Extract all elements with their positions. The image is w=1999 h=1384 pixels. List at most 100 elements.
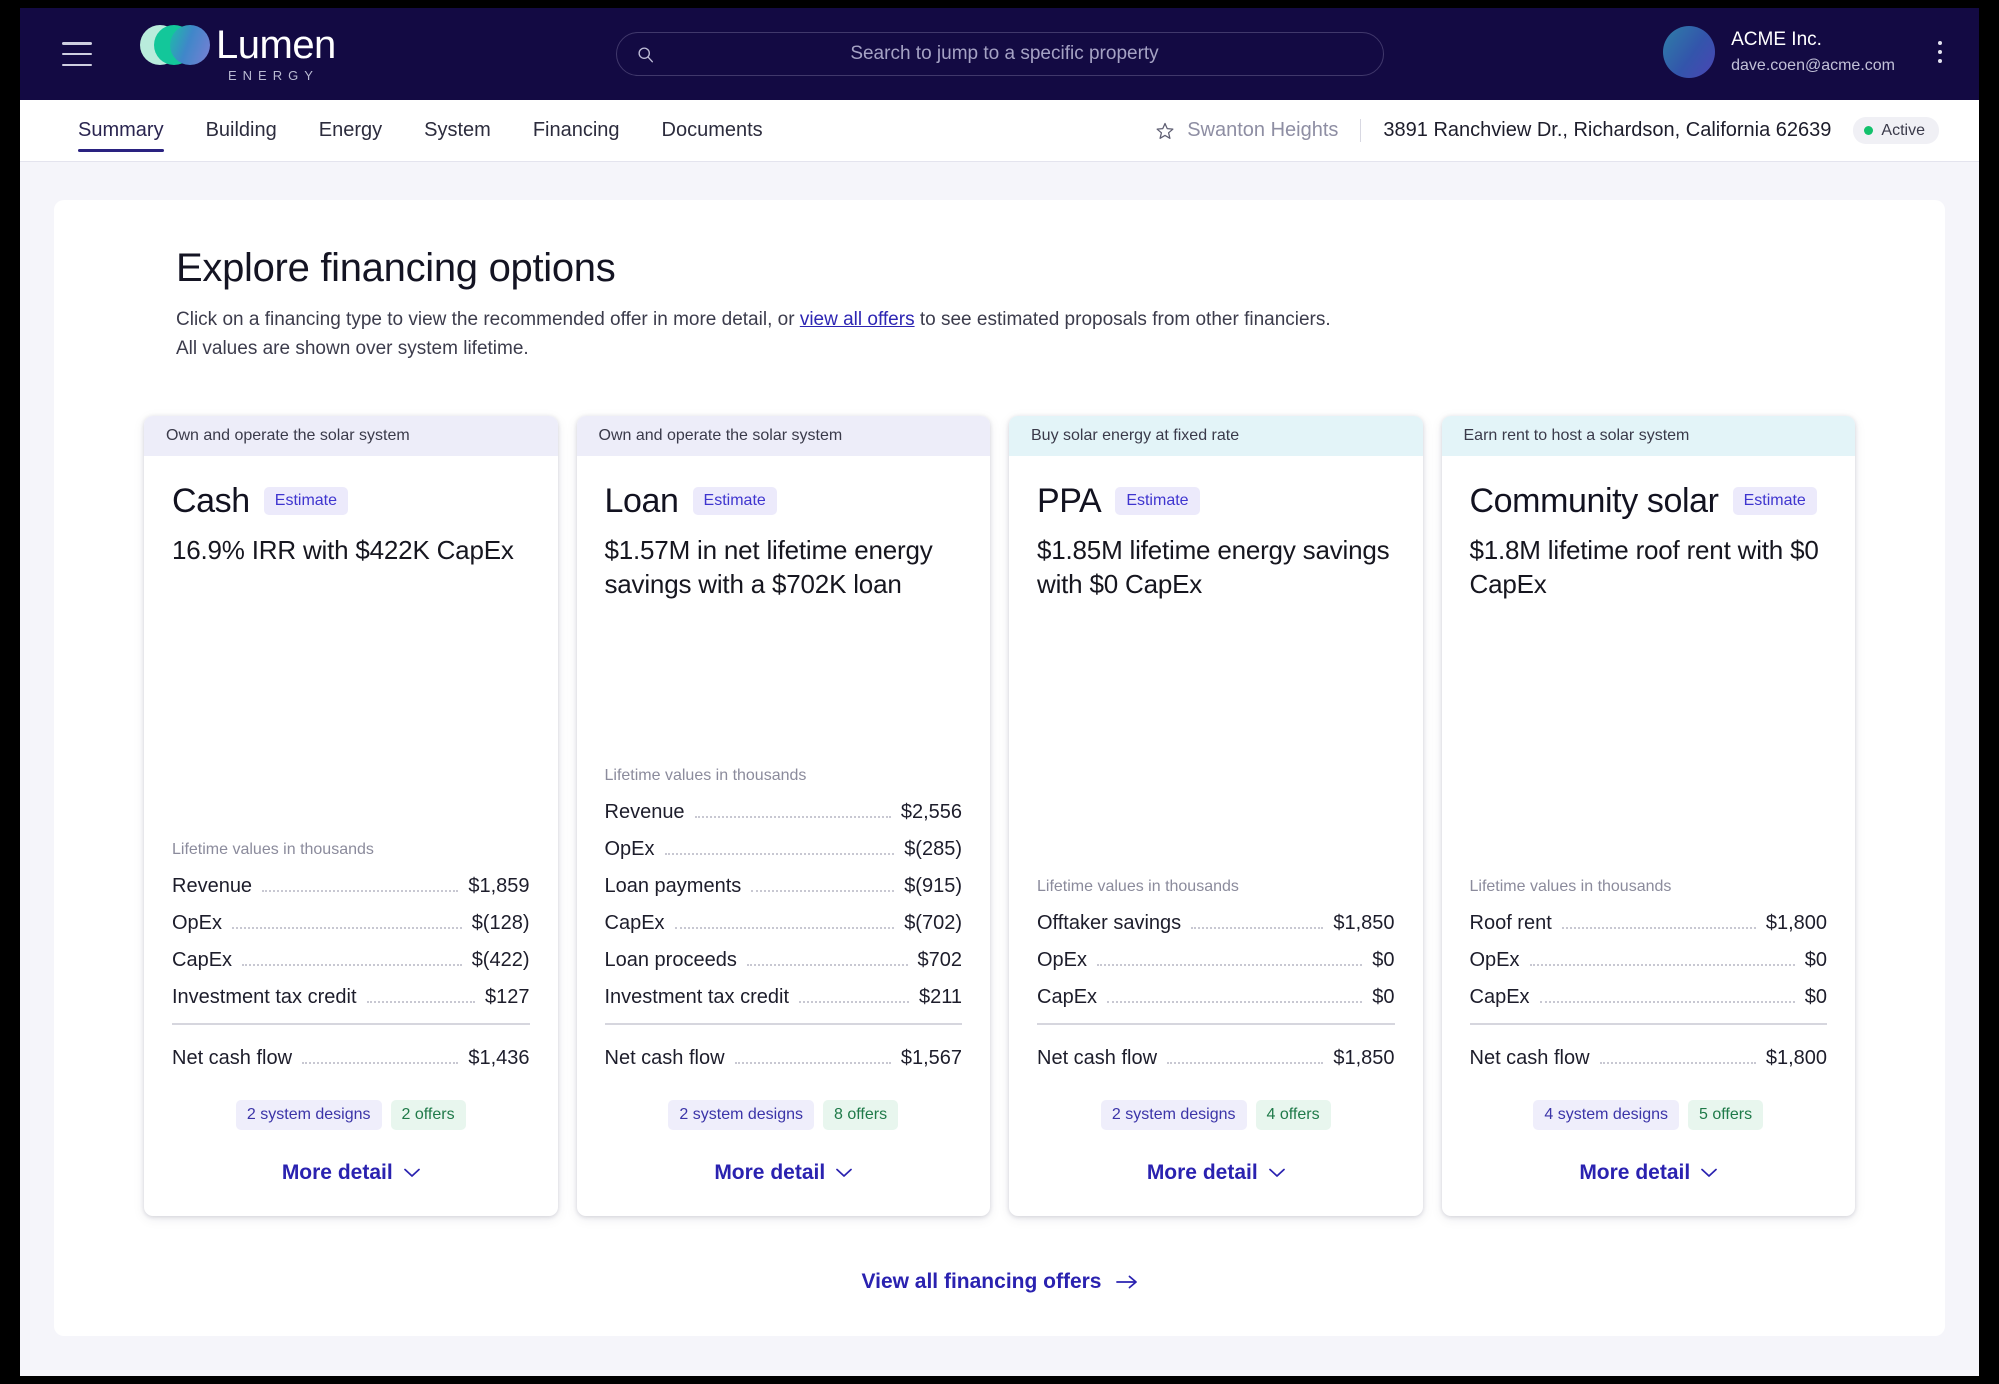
chip-offers[interactable]: 5 offers (1688, 1100, 1763, 1130)
tab-energy[interactable]: Energy (319, 100, 382, 161)
star-icon[interactable] (1155, 121, 1175, 141)
leader-dots (1097, 964, 1362, 966)
subtitle-line-2: All values are shown over system lifetim… (176, 338, 529, 359)
kebab-menu-icon[interactable] (1929, 32, 1951, 72)
view-all-offers-link[interactable]: view all offers (800, 309, 915, 330)
hamburger-menu-icon[interactable] (62, 42, 92, 66)
financing-card-community-solar[interactable]: Earn rent to host a solar system Communi… (1442, 416, 1856, 1216)
figure-value: $(702) (904, 912, 962, 935)
chip-offers[interactable]: 8 offers (823, 1100, 898, 1130)
search-input[interactable]: Search to jump to a specific property (616, 32, 1384, 76)
total-label: Net cash flow (172, 1047, 292, 1070)
estimate-badge: Estimate (264, 487, 348, 515)
tab-financing-label: Financing (533, 119, 620, 142)
logo-tagline: ENERGY (228, 68, 319, 83)
figure-label: Revenue (605, 801, 685, 824)
figures-divider (1470, 1023, 1828, 1025)
more-detail-button[interactable]: More detail (577, 1130, 991, 1216)
card-chips: 2 system designs 2 offers (172, 1100, 530, 1130)
chevron-down-icon (1269, 1168, 1285, 1178)
tab-financing[interactable]: Financing (533, 100, 620, 161)
figures-caption: Lifetime values in thousands (605, 767, 963, 785)
card-chips: 2 system designs 8 offers (605, 1100, 963, 1130)
chip-offers[interactable]: 2 offers (391, 1100, 466, 1130)
tab-energy-label: Energy (319, 119, 382, 142)
tab-building-label: Building (206, 119, 277, 142)
status-badge: Active (1853, 117, 1939, 144)
figure-label: CapEx (605, 912, 665, 935)
chip-offers[interactable]: 4 offers (1256, 1100, 1331, 1130)
user-account-area[interactable]: ACME Inc. dave.coen@acme.com (1663, 26, 1951, 78)
tab-system[interactable]: System (424, 100, 491, 161)
financing-card-loan[interactable]: Own and operate the solar system Loan Es… (577, 416, 991, 1216)
chip-system-designs[interactable]: 2 system designs (1101, 1100, 1247, 1130)
figures-caption: Lifetime values in thousands (1037, 878, 1395, 896)
figure-row-total: Net cash flow $1,567 (605, 1047, 963, 1070)
tab-documents-label: Documents (662, 119, 763, 142)
chevron-down-icon (404, 1168, 420, 1178)
card-headline: $1.85M lifetime energy savings with $0 C… (1037, 533, 1395, 602)
more-detail-button[interactable]: More detail (1442, 1130, 1856, 1216)
figure-value: $211 (919, 986, 962, 1009)
figure-value: $1,859 (468, 875, 529, 898)
lumen-logo[interactable]: Lumen ENERGY (140, 25, 336, 83)
figure-value: $(285) (904, 838, 962, 861)
search-placeholder-text: Search to jump to a specific property (654, 43, 1355, 65)
figures-caption: Lifetime values in thousands (1470, 878, 1828, 896)
property-name: Swanton Heights (1187, 119, 1361, 142)
total-label: Net cash flow (605, 1047, 725, 1070)
figure-row: Investment tax credit $127 (172, 986, 530, 1009)
figure-label: CapEx (1037, 986, 1097, 1009)
card-chips: 2 system designs 4 offers (1037, 1100, 1395, 1130)
estimate-badge: Estimate (693, 487, 777, 515)
chip-system-designs[interactable]: 2 system designs (668, 1100, 814, 1130)
more-detail-label: More detail (1579, 1161, 1690, 1185)
financing-panel: Explore financing options Click on a fin… (54, 200, 1945, 1336)
subtitle-text-before: Click on a financing type to view the re… (176, 309, 800, 330)
chip-system-designs[interactable]: 2 system designs (236, 1100, 382, 1130)
figure-label: Loan payments (605, 875, 742, 898)
total-value: $1,436 (468, 1047, 529, 1070)
page-subtitle: Click on a financing type to view the re… (176, 305, 1913, 364)
figure-label: Roof rent (1470, 912, 1552, 935)
figure-label: CapEx (172, 949, 232, 972)
leader-dots (675, 927, 895, 929)
figure-label: Offtaker savings (1037, 912, 1181, 935)
figure-label: Investment tax credit (172, 986, 357, 1009)
tab-building[interactable]: Building (206, 100, 277, 161)
property-address: 3891 Ranchview Dr., Richardson, Californ… (1361, 119, 1831, 142)
user-email: dave.coen@acme.com (1731, 55, 1895, 77)
leader-dots (747, 964, 908, 966)
figures-caption: Lifetime values in thousands (172, 841, 530, 859)
more-detail-button[interactable]: More detail (1009, 1130, 1423, 1216)
leader-dots (751, 890, 894, 892)
chevron-down-icon (836, 1168, 852, 1178)
leader-dots (695, 816, 891, 818)
figure-row: CapEx $0 (1470, 986, 1828, 1009)
figure-row: OpEx $(128) (172, 912, 530, 935)
leader-dots (1191, 927, 1323, 929)
tab-system-label: System (424, 119, 491, 142)
figure-value: $(915) (904, 875, 962, 898)
avatar[interactable] (1663, 26, 1715, 78)
figure-value: $702 (918, 949, 963, 972)
card-figures: Lifetime values in thousands Roof rent $… (1470, 878, 1828, 1070)
leader-dots (799, 1001, 909, 1003)
leader-dots (735, 1062, 891, 1064)
figure-value: $127 (485, 986, 530, 1009)
logo-wordmark: Lumen (216, 25, 336, 65)
more-detail-button[interactable]: More detail (144, 1130, 558, 1216)
financing-card-cash[interactable]: Own and operate the solar system Cash Es… (144, 416, 558, 1216)
figure-row: OpEx $0 (1470, 949, 1828, 972)
view-all-financing-offers-button[interactable]: View all financing offers (54, 1270, 1945, 1294)
status-label: Active (1881, 122, 1925, 140)
subtitle-text-after: to see estimated proposals from other fi… (915, 309, 1331, 330)
tab-summary[interactable]: Summary (78, 100, 164, 161)
search-icon (637, 46, 654, 63)
chip-system-designs[interactable]: 4 system designs (1533, 1100, 1679, 1130)
figure-value: $0 (1805, 986, 1827, 1009)
figure-row: CapEx $(702) (605, 912, 963, 935)
tab-documents[interactable]: Documents (662, 100, 763, 161)
financing-card-ppa[interactable]: Buy solar energy at fixed rate PPA Estim… (1009, 416, 1423, 1216)
leader-dots (302, 1062, 458, 1064)
